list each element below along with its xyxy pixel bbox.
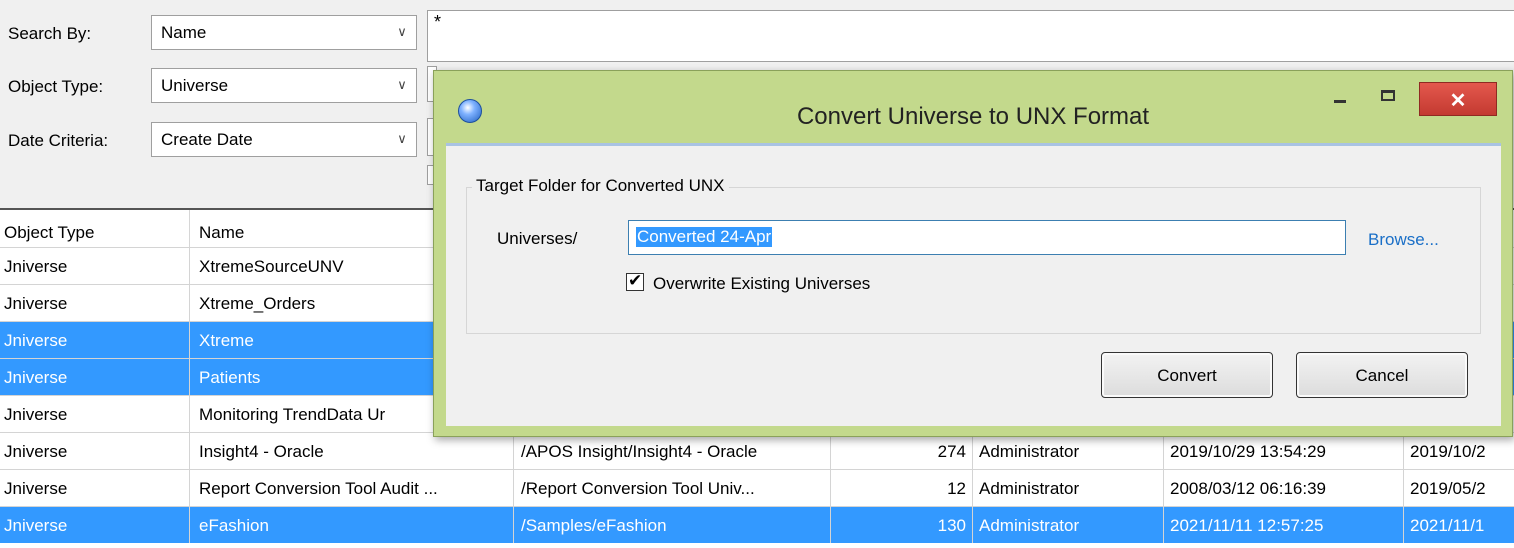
target-folder-group-label: Target Folder for Converted UNX: [472, 176, 729, 196]
folder-name-value: Converted 24-Apr: [636, 227, 773, 247]
minimize-icon: [1334, 100, 1346, 103]
row-owner-cell: Administrator: [973, 470, 1164, 506]
row-modified: 2019/05/2: [1410, 479, 1486, 498]
row-path-cell: /Report Conversion Tool Univ...: [514, 470, 831, 506]
row-object-type-cell: Jniverse: [0, 359, 190, 395]
row-object-type: Jniverse: [4, 294, 68, 313]
row-object-type: Jniverse: [4, 405, 68, 424]
row-owner: Administrator: [979, 516, 1080, 535]
row-path-cell: /Samples/eFashion: [514, 507, 831, 543]
convert-button[interactable]: Convert: [1101, 352, 1273, 398]
maximize-icon: [1381, 90, 1395, 101]
row-created: 2008/03/12 06:16:39: [1170, 479, 1326, 498]
row-object-type: Jniverse: [4, 257, 68, 276]
chevron-down-icon: ∨: [397, 131, 407, 146]
row-modified-cell: 2019/10/2: [1404, 433, 1514, 469]
row-path: /APOS Insight/Insight4 - Oracle: [521, 442, 758, 461]
row-size: 12: [947, 479, 966, 498]
overwrite-checkbox[interactable]: ✔: [626, 271, 644, 291]
row-name: Monitoring TrendData Ur: [199, 405, 386, 424]
row-name: Insight4 - Oracle: [199, 442, 324, 461]
object-type-select[interactable]: Universe ∨: [151, 68, 417, 103]
row-created-cell: 2019/10/29 13:54:29: [1164, 433, 1404, 469]
close-icon: ✕: [1449, 90, 1467, 112]
cancel-button[interactable]: Cancel: [1296, 352, 1468, 398]
chevron-down-icon: ∨: [397, 24, 407, 39]
row-owner-cell: Administrator: [973, 507, 1164, 543]
object-type-label: Object Type:: [8, 77, 104, 96]
row-object-type: Jniverse: [4, 516, 68, 535]
row-object-type-cell: Jniverse: [0, 507, 190, 543]
convert-universe-dialog: Convert Universe to UNX Format ✕ Target …: [433, 70, 1513, 437]
row-object-type: Jniverse: [4, 479, 68, 498]
row-object-type: Jniverse: [4, 368, 68, 387]
row-name-cell: Report Conversion Tool Audit ...: [190, 470, 514, 506]
table-row[interactable]: Jniverse Report Conversion Tool Audit ...…: [0, 469, 1514, 506]
search-by-select[interactable]: Name ∨: [151, 15, 417, 50]
row-size: 274: [937, 442, 966, 461]
row-created-cell: 2008/03/12 06:16:39: [1164, 470, 1404, 506]
row-object-type: Jniverse: [4, 442, 68, 461]
row-size-cell: 274: [831, 433, 973, 469]
folder-name-input[interactable]: Converted 24-Apr: [628, 220, 1346, 255]
row-created-cell: 2021/11/11 12:57:25: [1164, 507, 1404, 543]
table-row[interactable]: Jniverse Insight4 - Oracle/APOS Insight/I…: [0, 432, 1514, 469]
browse-link[interactable]: Browse...: [1368, 230, 1439, 250]
row-size: 130: [937, 516, 966, 535]
row-name: Report Conversion Tool Audit ...: [199, 479, 438, 498]
row-size-cell: 130: [831, 507, 973, 543]
search-text-input[interactable]: *: [427, 10, 1514, 62]
universes-prefix-label: Universes/: [497, 229, 578, 248]
object-type-value: Universe: [161, 76, 229, 95]
search-by-value: Name: [161, 23, 207, 42]
chevron-down-icon: ∨: [397, 77, 407, 92]
table-row[interactable]: Jniverse eFashion/Samples/eFashion 130 Admi…: [0, 506, 1514, 543]
row-owner: Administrator: [979, 442, 1080, 461]
row-name-cell: eFashion: [190, 507, 514, 543]
row-name: XtremeSourceUNV: [199, 257, 344, 276]
row-modified-cell: 2019/05/2: [1404, 470, 1514, 506]
dialog-titlebar[interactable]: Convert Universe to UNX Format ✕: [434, 71, 1512, 143]
row-name: Xtreme_Orders: [199, 294, 316, 313]
row-name: Patients: [199, 368, 261, 387]
row-owner-cell: Administrator: [973, 433, 1164, 469]
row-name-cell: Insight4 - Oracle: [190, 433, 514, 469]
minimize-button[interactable]: [1324, 83, 1360, 113]
cancel-button-label: Cancel: [1355, 366, 1409, 385]
search-text-value: *: [434, 12, 442, 32]
row-modified: 2019/10/2: [1410, 442, 1486, 461]
target-folder-group: [466, 187, 1481, 334]
row-modified-cell: 2021/11/1: [1404, 507, 1514, 543]
row-path: /Report Conversion Tool Univ...: [521, 479, 755, 498]
row-name: eFashion: [199, 516, 269, 535]
checkmark-icon: ✔: [628, 271, 643, 290]
row-size-cell: 12: [831, 470, 973, 506]
row-object-type-cell: Jniverse: [0, 285, 190, 321]
dialog-body: Target Folder for Converted UNX Universe…: [446, 143, 1501, 426]
row-created: 2021/11/11 12:57:25: [1170, 516, 1324, 535]
row-owner: Administrator: [979, 479, 1080, 498]
date-criteria-value: Create Date: [161, 130, 253, 149]
row-object-type-cell: Jniverse: [0, 248, 190, 284]
row-object-type: Jniverse: [4, 331, 68, 350]
row-object-type-cell: Jniverse: [0, 433, 190, 469]
maximize-button[interactable]: [1371, 83, 1407, 113]
search-by-label: Search By:: [8, 24, 92, 43]
row-object-type-cell: Jniverse: [0, 396, 190, 432]
row-object-type-cell: Jniverse: [0, 322, 190, 358]
row-name: Xtreme: [199, 331, 254, 350]
row-path-cell: /APOS Insight/Insight4 - Oracle: [514, 433, 831, 469]
row-object-type-cell: Jniverse: [0, 470, 190, 506]
column-header-object-type[interactable]: Object Type: [0, 210, 190, 247]
date-criteria-select[interactable]: Create Date ∨: [151, 122, 417, 157]
convert-button-label: Convert: [1157, 366, 1217, 385]
row-modified: 2021/11/1: [1410, 516, 1485, 535]
overwrite-label[interactable]: Overwrite Existing Universes: [653, 274, 870, 294]
row-created: 2019/10/29 13:54:29: [1170, 442, 1326, 461]
date-criteria-label: Date Criteria:: [8, 131, 109, 150]
close-button[interactable]: ✕: [1419, 82, 1497, 116]
row-path: /Samples/eFashion: [521, 516, 667, 535]
